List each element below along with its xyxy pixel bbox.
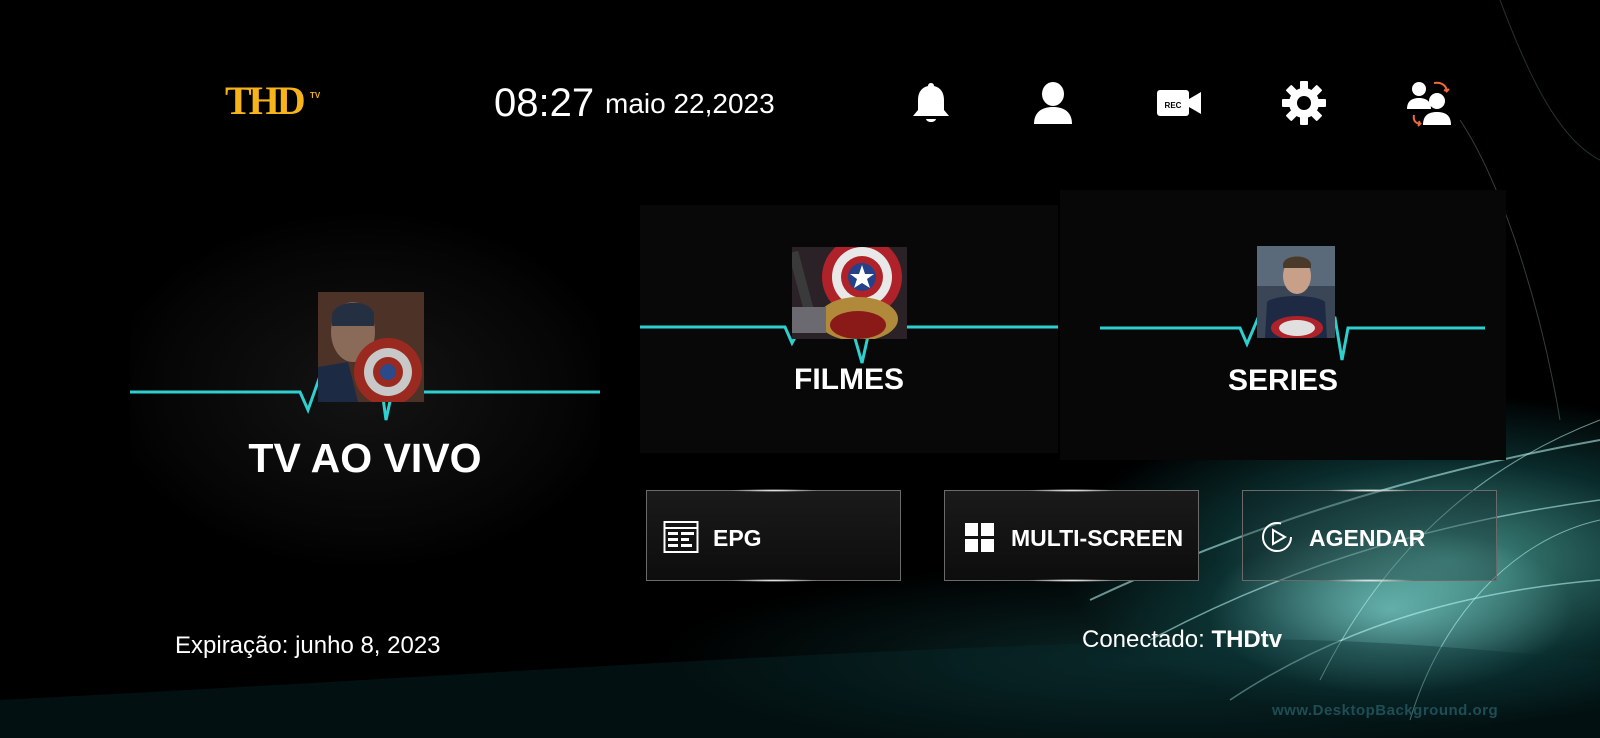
bell-icon [913, 83, 949, 122]
glow-top [1026, 489, 1117, 492]
hero-image [318, 292, 424, 402]
schedule-play-icon [1262, 522, 1292, 552]
glow-top [1324, 489, 1415, 492]
rec-camera-icon: REC [1157, 90, 1201, 116]
glow-bottom [1324, 579, 1415, 582]
rec-label: REC [1165, 101, 1182, 110]
gear-icon [1282, 81, 1326, 125]
connection-info: Conectado: THDtv [1082, 626, 1282, 654]
multi-screen-label: MULTI-SCREEN [1011, 525, 1184, 551]
account-button[interactable] [1028, 78, 1078, 128]
schedule-button[interactable]: AGENDAR [1242, 489, 1497, 582]
expiry-info: Expiração: junho 8, 2023 [175, 632, 441, 660]
clock: 08:27 [494, 81, 595, 125]
series-card[interactable]: SERIES [1060, 190, 1506, 460]
movies-label: FILMES [794, 363, 904, 396]
movies-image [792, 247, 907, 339]
date: maio 22,2023 [605, 88, 775, 119]
glow-bottom [1026, 579, 1117, 582]
schedule-label: AGENDAR [1309, 525, 1426, 551]
multi-screen-button[interactable]: MULTI-SCREEN [944, 489, 1199, 582]
logo-sub: TV [310, 91, 321, 100]
guide-icon [663, 521, 699, 553]
notifications-button[interactable] [906, 78, 956, 128]
series-label: SERIES [1227, 364, 1339, 397]
epg-label: EPG [713, 525, 762, 551]
epg-button[interactable]: EPG [646, 489, 901, 582]
live-tv-poster [318, 292, 424, 402]
background-watermark: www.DesktopBackground.org [1272, 702, 1499, 719]
connected-value: THDtv [1211, 626, 1283, 653]
app-logo: THD TV [225, 80, 355, 122]
series-poster [1257, 246, 1335, 338]
user-icon [1034, 82, 1072, 124]
expiry-value: junho 8, 2023 [295, 632, 441, 659]
switch-user-button[interactable] [1404, 78, 1454, 128]
grid-icon [965, 523, 994, 552]
settings-button[interactable] [1279, 78, 1329, 128]
glow-bottom [728, 579, 819, 582]
glow-top [728, 489, 819, 492]
connected-label: Conectado: [1082, 626, 1205, 653]
live-tv-card[interactable]: TV AO VIVO [130, 210, 600, 570]
movies-card[interactable]: FILMES [640, 205, 1058, 453]
live-tv-label: TV AO VIVO [248, 435, 482, 481]
switch-user-icon [1407, 81, 1451, 127]
expiry-label: Expiração: [175, 632, 289, 659]
movies-poster [792, 247, 907, 339]
record-button[interactable]: REC [1154, 78, 1204, 128]
series-image [1257, 246, 1335, 338]
logo-mark: THD [225, 78, 306, 123]
